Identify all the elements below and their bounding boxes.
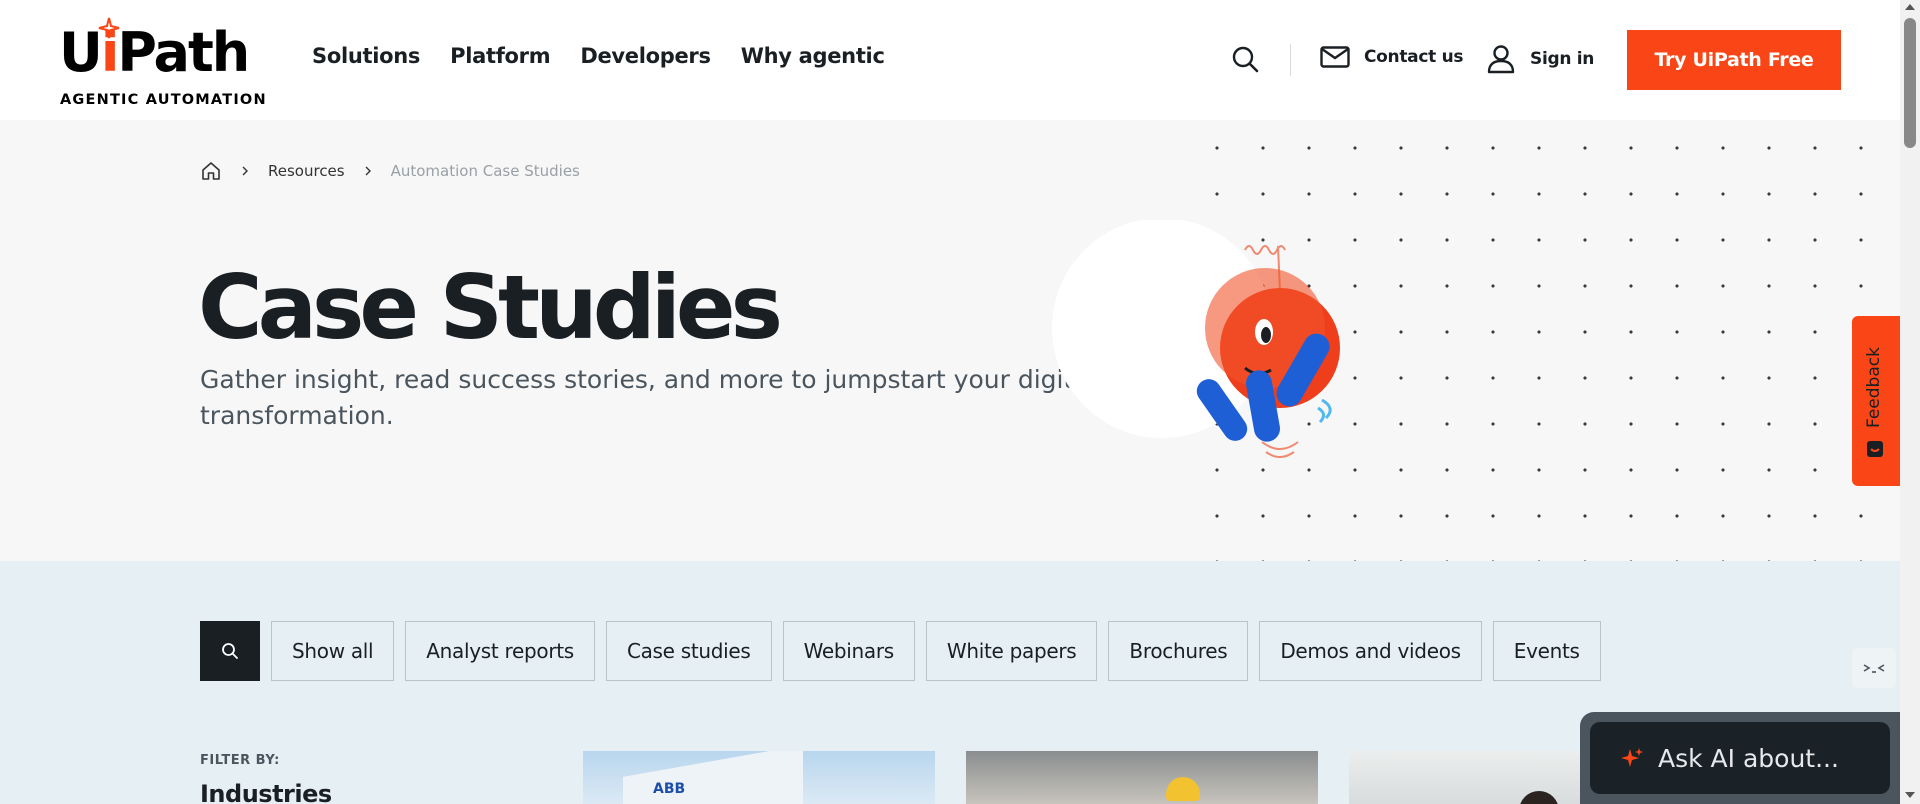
case-study-card[interactable]	[966, 751, 1318, 804]
scroll-down-arrow-icon[interactable]	[1905, 792, 1915, 798]
search-icon	[222, 643, 238, 659]
page-scrollbar[interactable]	[1900, 0, 1920, 804]
chip-white-papers[interactable]: White papers	[925, 621, 1098, 681]
robot-mascot-illustration	[1052, 220, 1340, 458]
home-icon[interactable]	[200, 160, 222, 182]
case-study-card[interactable]: ABB	[583, 751, 935, 804]
ai-face-icon	[1863, 664, 1885, 673]
scrollbar-thumb[interactable]	[1904, 18, 1916, 148]
main-nav: Solutions Platform Developers Why agenti…	[312, 44, 885, 68]
page-subtitle: Gather insight, read success stories, an…	[200, 365, 1096, 430]
feedback-smile-icon	[1867, 441, 1883, 457]
mail-icon	[1320, 46, 1350, 68]
search-icon[interactable]	[1230, 44, 1260, 74]
chip-show-all[interactable]: Show all	[271, 621, 395, 681]
nav-why-agentic[interactable]: Why agentic	[741, 44, 885, 68]
chip-webinars[interactable]: Webinars	[782, 621, 915, 681]
chip-events[interactable]: Events	[1492, 621, 1601, 681]
header-divider	[1290, 44, 1291, 76]
scroll-up-arrow-icon[interactable]	[1905, 4, 1915, 10]
chip-demos-and-videos[interactable]: Demos and videos	[1259, 621, 1482, 681]
uipath-logo[interactable]: UiPath AGENTIC AUTOMATION	[59, 16, 266, 112]
contact-us-label: Contact us	[1364, 47, 1464, 67]
sparkle-icon	[1621, 748, 1643, 767]
chip-analyst-reports[interactable]: Analyst reports	[405, 621, 595, 681]
logo-tagline: AGENTIC AUTOMATION	[60, 92, 267, 108]
breadcrumb-resources[interactable]: Resources	[268, 162, 345, 180]
card-logo-text: ABB	[653, 781, 686, 797]
ai-assistant-toggle[interactable]	[1852, 648, 1896, 688]
feedback-tab[interactable]: Feedback	[1852, 316, 1900, 486]
nav-solutions[interactable]: Solutions	[312, 44, 420, 68]
contact-us-link[interactable]: Contact us	[1320, 46, 1464, 68]
feedback-label: Feedback	[1864, 347, 1884, 428]
nav-platform[interactable]: Platform	[450, 44, 551, 68]
worker-helmet-image	[1166, 777, 1200, 801]
resource-type-chips: Show all Analyst reports Case studies We…	[200, 621, 1601, 681]
sign-in-link[interactable]: Sign in	[1486, 44, 1594, 74]
building-image	[623, 751, 803, 804]
breadcrumb: Resources Automation Case Studies	[200, 160, 580, 182]
sign-in-label: Sign in	[1530, 49, 1595, 69]
ask-ai-button[interactable]: Ask AI about...	[1590, 722, 1890, 794]
filter-search-button[interactable]	[200, 621, 260, 681]
ask-ai-label: Ask AI about...	[1658, 743, 1839, 773]
page-title: Case Studies	[198, 256, 783, 359]
try-uipath-free-button[interactable]: Try UiPath Free	[1627, 30, 1841, 90]
logo-wordmark: UiPath	[59, 21, 250, 84]
site-header: UiPath AGENTIC AUTOMATION Solutions Plat…	[0, 0, 1900, 120]
hero-section: Resources Automation Case Studies Case S…	[0, 120, 1900, 561]
user-icon	[1487, 45, 1515, 74]
breadcrumb-current: Automation Case Studies	[390, 162, 580, 180]
nav-developers[interactable]: Developers	[580, 44, 711, 68]
industries-filter-heading[interactable]: Industries	[200, 780, 332, 804]
chevron-right-icon	[365, 166, 371, 176]
chip-brochures[interactable]: Brochures	[1108, 621, 1249, 681]
ask-ai-widget: Ask AI about...	[1580, 712, 1900, 804]
filter-by-label: FILTER BY:	[200, 753, 280, 768]
chevron-right-icon	[242, 166, 248, 176]
chip-case-studies[interactable]: Case studies	[605, 621, 772, 681]
person-image	[1519, 791, 1559, 804]
